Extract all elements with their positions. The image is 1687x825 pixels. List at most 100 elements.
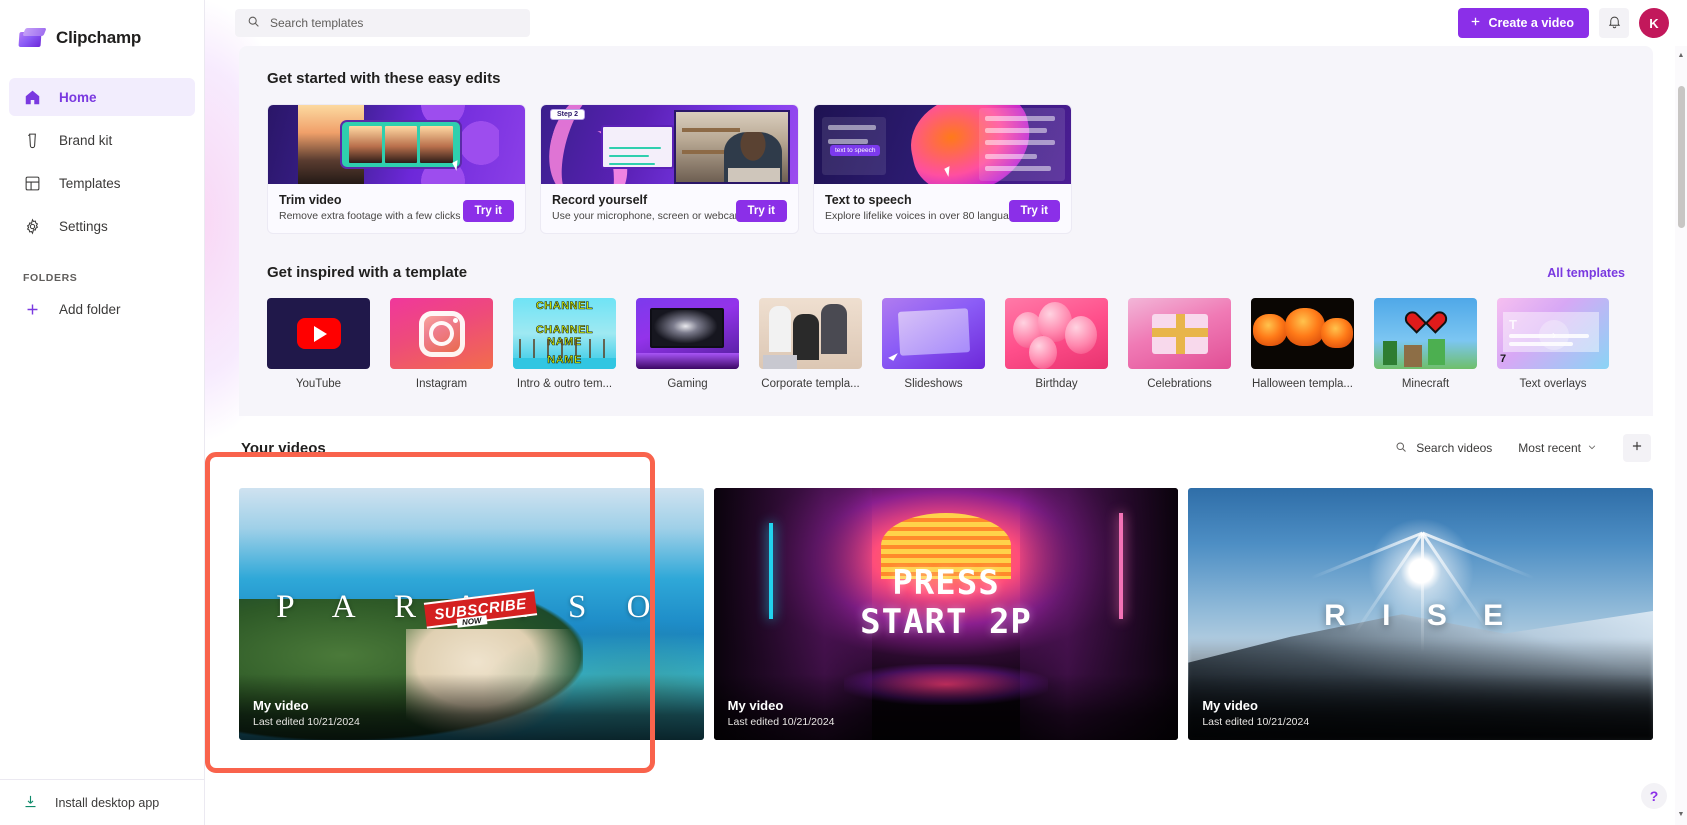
search-templates-input[interactable]: Search templates (235, 9, 530, 37)
youtube-thumbnail (267, 298, 370, 369)
template-label: Instagram (415, 378, 468, 390)
video-card-title: My video (253, 698, 309, 713)
slideshows-thumbnail (882, 298, 985, 369)
help-button[interactable]: ? (1641, 783, 1667, 809)
avatar[interactable]: K (1639, 8, 1669, 38)
search-videos-input[interactable]: Search videos (1395, 441, 1492, 456)
template-card-instagram[interactable]: Instagram (390, 298, 493, 390)
your-videos-header: Your videos Search videos Most recent (239, 434, 1653, 462)
all-templates-link[interactable]: All templates (1547, 266, 1625, 280)
try-it-button[interactable]: Try it (735, 200, 787, 222)
text-to-speech-thumbnail: text to speech (814, 105, 1071, 184)
text-overlays-thumbnail: T › 7 (1497, 298, 1609, 369)
your-videos-grid: P A R A I S O SUBSCRIBE NOW My video Las… (239, 488, 1654, 740)
sidebar-item-label: Templates (59, 175, 121, 191)
add-video-button[interactable] (1623, 434, 1651, 462)
video-card[interactable]: PRESS START 2P My video Last edited 10/2… (713, 488, 1179, 740)
template-card-birthday[interactable]: Birthday (1005, 298, 1108, 390)
corporate-thumbnail (759, 298, 862, 369)
template-card-text-overlays[interactable]: T › 7 Text overlays (1497, 298, 1609, 390)
try-it-button[interactable]: Try it (1008, 200, 1060, 222)
sidebar-item-settings[interactable]: Settings (9, 207, 195, 245)
discover-panel: Get started with these easy edits Trim v… (239, 46, 1653, 416)
template-card-gaming[interactable]: Gaming (636, 298, 739, 390)
easy-edit-title: Text to speech (825, 193, 912, 207)
avatar-initial: K (1649, 15, 1659, 31)
try-it-button[interactable]: Try it (462, 200, 514, 222)
video-card[interactable]: R I S E My video Last edited 10/21/2024 (1188, 488, 1654, 740)
scroll-down-arrow[interactable]: ▼ (1677, 811, 1685, 819)
easy-edit-title: Record yourself (552, 193, 648, 207)
template-card-slideshows[interactable]: Slideshows (882, 298, 985, 390)
instagram-thumbnail (390, 298, 493, 369)
sidebar-item-brand-kit[interactable]: Brand kit (9, 121, 195, 159)
top-bar-right: Create a video K (1457, 8, 1669, 38)
install-desktop-app-button[interactable]: Install desktop app (0, 779, 204, 825)
step-badge: Step 2 (550, 109, 586, 120)
sidebar-item-label: Brand kit (59, 132, 113, 148)
easy-edit-card-text-to-speech[interactable]: text to speech Text to speech Explore li… (813, 104, 1072, 234)
clipchamp-logo-icon (18, 26, 47, 50)
video-card-title: My video (1202, 698, 1258, 713)
template-card-intro-outro[interactable]: CHANNEL CHANNEL NAME NAME Intro & outro … (513, 298, 616, 390)
sidebar-item-home[interactable]: Home (9, 78, 195, 116)
template-label: Halloween templa... (1252, 378, 1353, 390)
brand: Clipchamp (0, 0, 204, 56)
plus-icon (1469, 15, 1482, 31)
folders-section-label: FOLDERS (23, 272, 78, 284)
gear-icon (23, 217, 42, 236)
templates-header: Get inspired with a template All templat… (267, 264, 1625, 281)
content-scroll-region: Get started with these easy edits Trim v… (205, 46, 1687, 825)
install-desktop-app-label: Install desktop app (55, 795, 160, 810)
sort-dropdown[interactable]: Most recent (1518, 441, 1597, 455)
template-label: Gaming (667, 378, 708, 390)
sidebar-nav: Home Brand kit Templates Settings (0, 78, 204, 250)
template-label: Intro & outro tem... (516, 378, 613, 390)
template-card-minecraft[interactable]: Minecraft (1374, 298, 1477, 390)
record-yourself-thumbnail: Step 2 (541, 105, 798, 184)
chevron-down-icon (1587, 441, 1597, 455)
create-video-button[interactable]: Create a video (1457, 8, 1589, 38)
create-video-label: Create a video (1488, 16, 1574, 30)
template-label: Slideshows (904, 378, 963, 390)
trim-video-thumbnail (268, 105, 525, 184)
template-card-youtube[interactable]: YouTube (267, 298, 370, 390)
easy-edit-card-trim-video[interactable]: Trim video Remove extra footage with a f… (267, 104, 526, 234)
celebrations-thumbnail (1128, 298, 1231, 369)
template-label: Celebrations (1147, 378, 1212, 390)
birthday-thumbnail (1005, 298, 1108, 369)
vertical-scrollbar[interactable]: ▲ ▼ (1675, 46, 1687, 825)
template-card-list: YouTube Instagram CHANNEL CHANNEL NAME I… (267, 298, 1625, 390)
video-card[interactable]: P A R A I S O SUBSCRIBE NOW My video Las… (239, 488, 704, 740)
video-card-subtitle: Last edited 10/21/2024 (1202, 716, 1310, 728)
template-card-halloween[interactable]: Halloween templa... (1251, 298, 1354, 390)
video-card-subtitle: Last edited 10/21/2024 (253, 716, 360, 728)
clipchamp-app: Clipchamp Home Brand kit Templates Setti… (0, 0, 1687, 825)
app-title: Clipchamp (56, 27, 142, 47)
add-folder-button[interactable]: Add folder (9, 290, 195, 328)
sidebar-item-label: Settings (59, 218, 108, 234)
intro-outro-thumbnail: CHANNEL CHANNEL NAME NAME (513, 298, 616, 369)
add-folder-label: Add folder (59, 301, 121, 317)
top-bar: Search templates Create a video K (205, 0, 1687, 46)
sidebar-item-templates[interactable]: Templates (9, 164, 195, 202)
easy-edit-card-record-yourself[interactable]: Step 2 Record yourself Use your micropho… (540, 104, 799, 234)
instagram-camera-icon (418, 310, 465, 357)
scrollbar-thumb[interactable] (1678, 86, 1685, 228)
easy-edits-title: Get started with these easy edits (267, 70, 501, 87)
search-icon (247, 15, 260, 31)
youtube-play-icon (296, 318, 341, 349)
template-card-corporate[interactable]: Corporate templa... (759, 298, 862, 390)
video-overlay-text: R I S E (1324, 598, 1518, 632)
notifications-button[interactable] (1599, 8, 1629, 38)
brand-kit-icon (23, 131, 42, 150)
plus-icon (23, 300, 42, 319)
scroll-up-arrow[interactable]: ▲ (1677, 52, 1685, 60)
video-card-subtitle: Last edited 10/21/2024 (727, 716, 835, 728)
easy-edit-title: Trim video (279, 193, 342, 207)
template-card-celebrations[interactable]: Celebrations (1128, 298, 1231, 390)
your-videos-title: Your videos (241, 439, 326, 457)
template-label: YouTube (295, 378, 342, 390)
halloween-thumbnail (1251, 298, 1354, 369)
